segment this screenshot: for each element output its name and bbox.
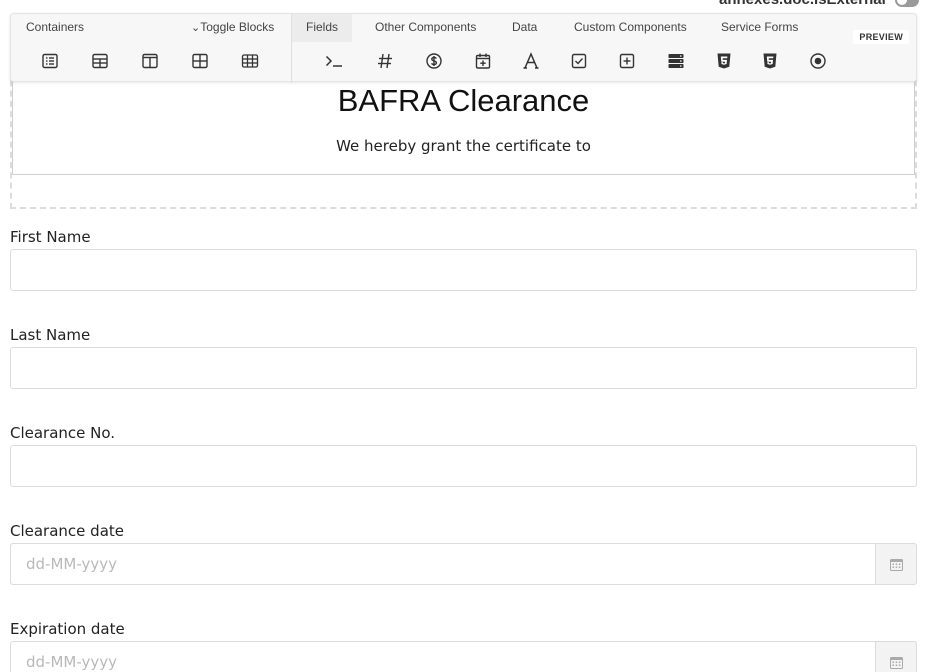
last-name-input[interactable]	[10, 347, 917, 389]
radio-icon[interactable]	[809, 52, 827, 70]
text-font-icon[interactable]	[522, 52, 540, 70]
calendar-icon	[889, 656, 903, 669]
list-icon[interactable]	[41, 52, 59, 70]
columns-icon[interactable]	[141, 52, 159, 70]
preview-badge[interactable]: PREVIEW	[853, 30, 909, 44]
checkbox-icon[interactable]	[570, 52, 588, 70]
tab-fields[interactable]: Fields	[292, 14, 353, 42]
calendar-icon	[889, 558, 903, 571]
tab-other-components[interactable]: Other Components	[375, 14, 476, 42]
clearance-no-input[interactable]	[10, 445, 917, 487]
clearance-date-label: Clearance date	[10, 522, 124, 540]
panel-grid-icon[interactable]	[191, 52, 209, 70]
last-name-label: Last Name	[10, 326, 91, 344]
clearance-date-calendar-button[interactable]	[875, 543, 917, 585]
is-external-toggle[interactable]	[895, 0, 919, 7]
table-grid-icon[interactable]	[91, 52, 109, 70]
first-name-input[interactable]	[10, 249, 917, 291]
containers-group: Containers ⌄Toggle Blocks	[11, 14, 291, 83]
html5-alt-icon[interactable]	[761, 52, 779, 70]
components-group: Fields Other Components Data Custom Comp…	[291, 14, 917, 83]
datagrid-icon[interactable]	[241, 52, 259, 70]
certificate-title: BAFRA Clearance	[337, 83, 590, 118]
tab-custom-components[interactable]: Custom Components	[574, 14, 687, 42]
tab-service-forms[interactable]: Service Forms	[721, 14, 798, 42]
containers-label: Containers	[26, 20, 85, 34]
builder-toolbar: Containers ⌄Toggle Blocks Fields Other C	[10, 13, 917, 83]
toggle-blocks-label: Toggle Blocks	[200, 20, 275, 34]
html5-icon[interactable]	[715, 52, 733, 70]
clearance-no-label: Clearance No.	[10, 424, 116, 442]
tab-data[interactable]: Data	[512, 14, 537, 42]
clearance-date-input[interactable]	[10, 543, 876, 585]
expiration-date-calendar-button[interactable]	[875, 641, 917, 672]
expiration-date-input[interactable]	[10, 641, 876, 672]
chevron-down-icon: ⌄	[191, 22, 201, 34]
first-name-label: First Name	[10, 228, 91, 246]
toggle-blocks-button[interactable]: ⌄Toggle Blocks	[191, 14, 274, 42]
number-hash-icon[interactable]	[376, 52, 394, 70]
server-icon[interactable]	[667, 52, 685, 70]
expiration-date-label: Expiration date	[10, 620, 125, 638]
add-box-icon[interactable]	[618, 52, 636, 70]
is-external-label: annexes.doc.isExternal	[719, 0, 886, 8]
currency-icon[interactable]	[425, 52, 443, 70]
calendar-plus-icon[interactable]	[474, 52, 492, 70]
certificate-subtitle: We hereby grant the certificate to	[336, 137, 591, 155]
terminal-icon[interactable]	[325, 52, 343, 70]
